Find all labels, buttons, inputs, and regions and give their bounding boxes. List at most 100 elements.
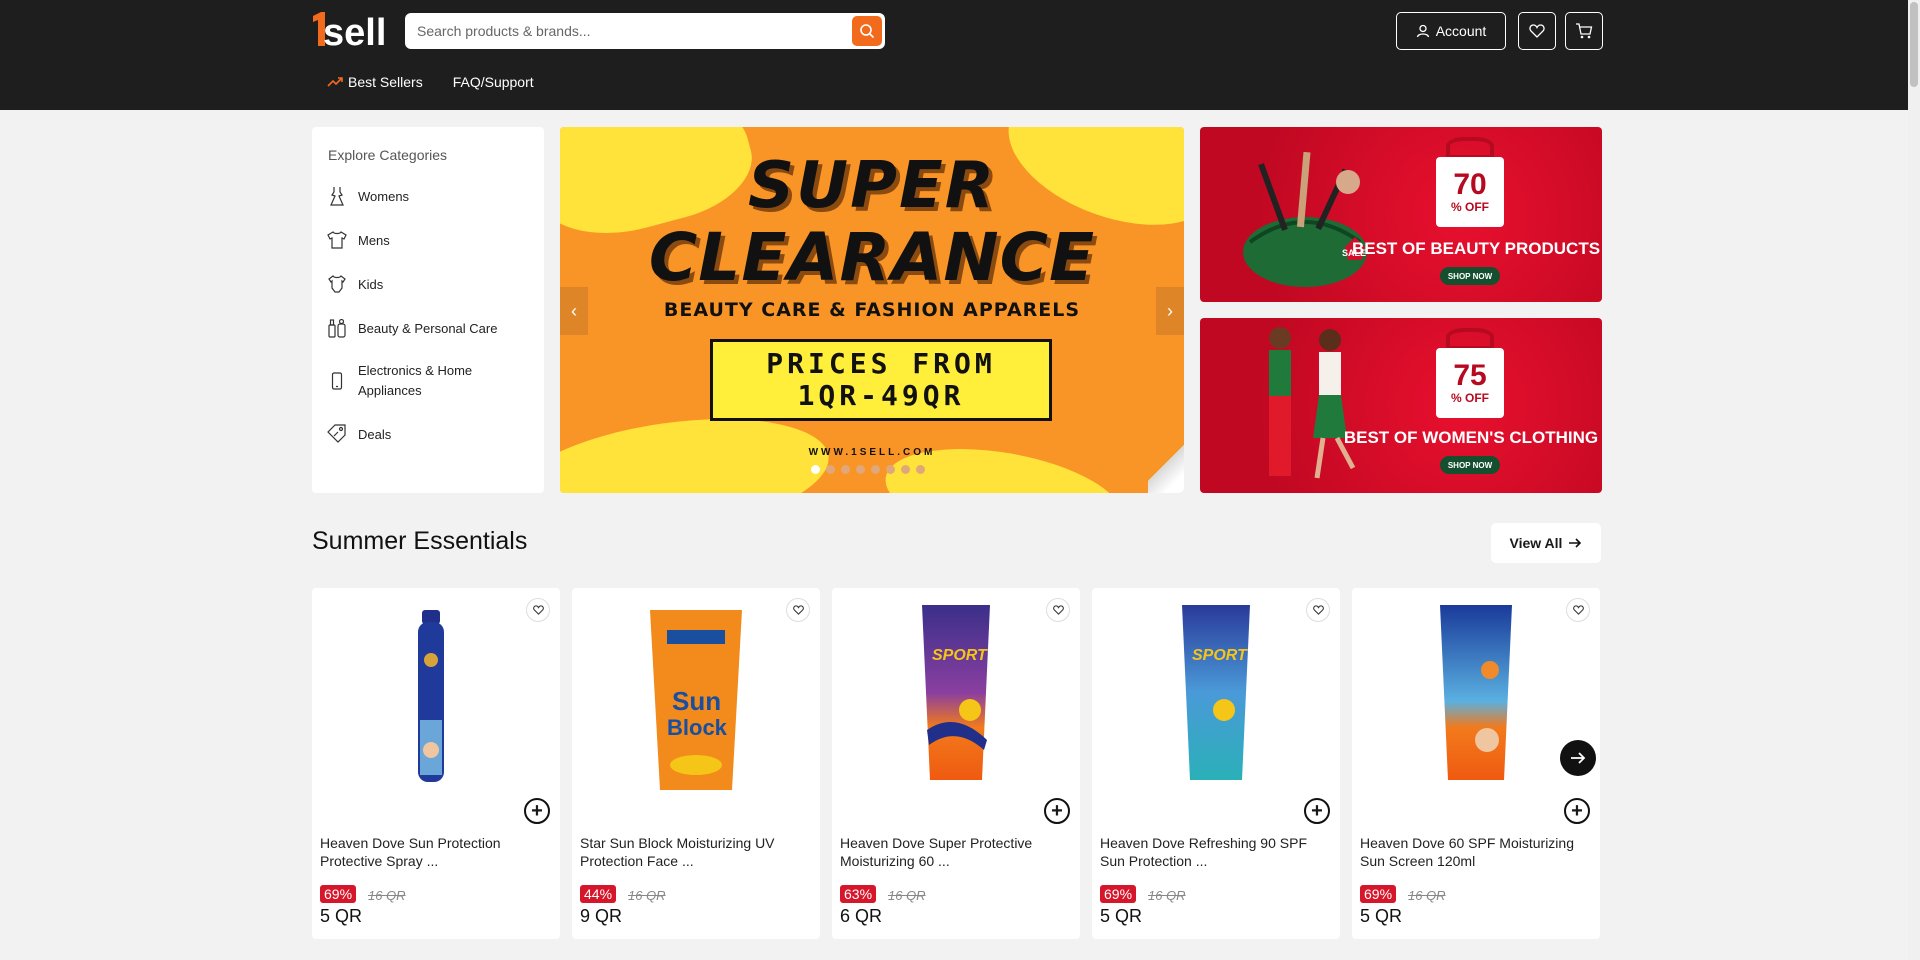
plus-icon: + (1571, 800, 1583, 822)
discount-badge: 44% (580, 885, 617, 903)
add-to-cart-button[interactable]: + (524, 798, 550, 824)
category-item-electronics[interactable]: Electronics & Home Appliances (326, 361, 472, 401)
onesie-icon (326, 273, 348, 295)
carousel-dot[interactable] (811, 465, 820, 474)
page-scrollbar[interactable] (1908, 0, 1920, 960)
current-price: 9 QR (580, 906, 623, 926)
product-name[interactable]: Heaven Dove Refreshing 90 SPF Sun Protec… (1100, 834, 1330, 870)
current-price: 6 QR (840, 906, 883, 926)
product-name[interactable]: Heaven Dove 60 SPF Moisturizing Sun Scre… (1360, 834, 1590, 870)
wishlist-button[interactable] (1518, 12, 1556, 50)
category-panel: Explore Categories Womens Mens Kids Beau… (312, 127, 544, 493)
category-label: Womens (358, 188, 410, 204)
add-to-wishlist-button[interactable] (1046, 598, 1070, 622)
original-price: 16 QR (888, 888, 926, 903)
category-item-deals[interactable]: Deals (326, 423, 391, 445)
hero-title-line2: CLEARANCE (648, 219, 1096, 296)
heart-icon (1529, 24, 1545, 38)
shirt-icon (326, 229, 348, 251)
cart-button[interactable] (1565, 12, 1603, 50)
category-item-womens[interactable]: Womens (326, 185, 409, 207)
search-input[interactable] (405, 23, 825, 39)
search-button[interactable] (852, 16, 882, 46)
carousel-dot[interactable] (841, 465, 850, 474)
view-all-button[interactable]: View All (1491, 523, 1601, 563)
scrollbar-thumb[interactable] (1910, 2, 1918, 87)
add-to-cart-button[interactable]: + (1564, 798, 1590, 824)
add-to-cart-button[interactable]: + (1044, 798, 1070, 824)
gift-bow-icon (1446, 137, 1494, 159)
carousel-prev-button[interactable]: ‹ (560, 287, 588, 335)
carousel-dot[interactable] (901, 465, 910, 474)
promo-banner-womens-clothing[interactable]: 75 % OFF BEST OF WOMEN'S CLOTHING SHOP N… (1200, 318, 1602, 493)
current-price: 5 QR (1100, 906, 1143, 926)
product-name[interactable]: Star Sun Block Moisturizing UV Protectio… (580, 834, 810, 870)
category-item-beauty[interactable]: Beauty & Personal Care (326, 317, 497, 339)
product-card[interactable]: SPORT + Heaven Dove Super Protective Moi… (832, 588, 1080, 939)
decor-blob (878, 432, 1130, 493)
hero-carousel[interactable]: SUPER CLEARANCE BEAUTY CARE & FASHION AP… (560, 127, 1184, 493)
cosmetics-bag-illustration: SALE (1243, 151, 1367, 287)
hero-url: WWW.1SELL.COM (808, 447, 936, 458)
promo-banner-beauty[interactable]: SALE 70 % OFF BEST OF BEAUTY PRODUCTS SH… (1200, 127, 1602, 302)
shop-now-button[interactable]: SHOP NOW (1440, 456, 1500, 474)
product-name[interactable]: Heaven Dove Super Protective Moisturizin… (840, 834, 1070, 870)
product-card[interactable]: SPORT + Heaven Dove Refreshing 90 SPF Su… (1092, 588, 1340, 939)
carousel-dot[interactable] (856, 465, 865, 474)
add-to-wishlist-button[interactable] (1566, 598, 1590, 622)
cart-icon (1576, 23, 1593, 39)
carousel-dot[interactable] (826, 465, 835, 474)
phone-icon (326, 370, 348, 392)
promo-text: BEST OF BEAUTY PRODUCTS (1351, 239, 1601, 258)
discount-badge: 69% (1360, 885, 1397, 903)
heart-icon (1572, 605, 1584, 615)
nav-faq-support[interactable]: FAQ/Support (453, 74, 534, 90)
add-to-wishlist-button[interactable] (786, 598, 810, 622)
add-to-wishlist-button[interactable] (1306, 598, 1330, 622)
gift-box-icon: 70 % OFF (1436, 157, 1504, 227)
shop-now-button[interactable]: SHOP NOW (1440, 267, 1500, 285)
plus-icon: + (1051, 800, 1063, 822)
svg-text:SPORT: SPORT (932, 647, 988, 664)
current-price: 5 QR (320, 906, 363, 926)
models-illustration (1269, 327, 1356, 479)
add-to-wishlist-button[interactable] (526, 598, 550, 622)
nav-best-sellers[interactable]: Best Sellers (327, 74, 423, 90)
product-image: SPORT (922, 605, 990, 780)
category-label: Beauty & Personal Care (358, 320, 498, 336)
promo-off-label: % OFF (1451, 391, 1489, 405)
gift-box-icon: 75 % OFF (1436, 348, 1504, 418)
svg-text:SPORT: SPORT (1192, 647, 1248, 664)
carousel-dot[interactable] (886, 465, 895, 474)
category-item-kids[interactable]: Kids (326, 273, 383, 295)
site-logo[interactable]: sell (311, 10, 387, 50)
add-to-cart-button[interactable]: + (1304, 798, 1330, 824)
promo-text: BEST OF WOMEN'S CLOTHING (1343, 428, 1599, 447)
category-label: Kids (358, 276, 384, 292)
discount-badge: 69% (320, 885, 357, 903)
product-card[interactable]: Sun Block Star Sun Block Moisturizing UV… (572, 588, 820, 939)
original-price: 16 QR (368, 888, 406, 903)
category-label: Electronics & Home Appliances (358, 363, 473, 398)
account-button[interactable]: Account (1396, 12, 1506, 50)
original-price: 16 QR (628, 888, 666, 903)
carousel-dot[interactable] (871, 465, 880, 474)
promo-off-label: % OFF (1451, 200, 1489, 214)
nav-label: Best Sellers (348, 74, 423, 90)
carousel-dot[interactable] (916, 465, 925, 474)
promo-percent: 70 (1453, 168, 1487, 201)
hero-subtitle: BEAUTY CARE & FASHION APPARELS (663, 299, 1081, 321)
product-card[interactable]: + Heaven Dove Sun Protection Protective … (312, 588, 560, 939)
gift-bow-icon (1446, 328, 1494, 350)
carousel-next-button[interactable]: › (1156, 287, 1184, 335)
carousel-next-products-button[interactable] (1560, 740, 1596, 776)
category-item-mens[interactable]: Mens (326, 229, 390, 251)
page-curl-decor (1148, 433, 1184, 493)
view-all-label: View All (1509, 535, 1563, 551)
category-label: Mens (358, 232, 390, 248)
product-name[interactable]: Heaven Dove Sun Protection Protective Sp… (320, 834, 550, 870)
svg-text:Block: Block (667, 715, 728, 740)
discount-badge: 63% (840, 885, 877, 903)
category-panel-title: Explore Categories (328, 147, 448, 163)
carousel-dots (811, 465, 925, 474)
